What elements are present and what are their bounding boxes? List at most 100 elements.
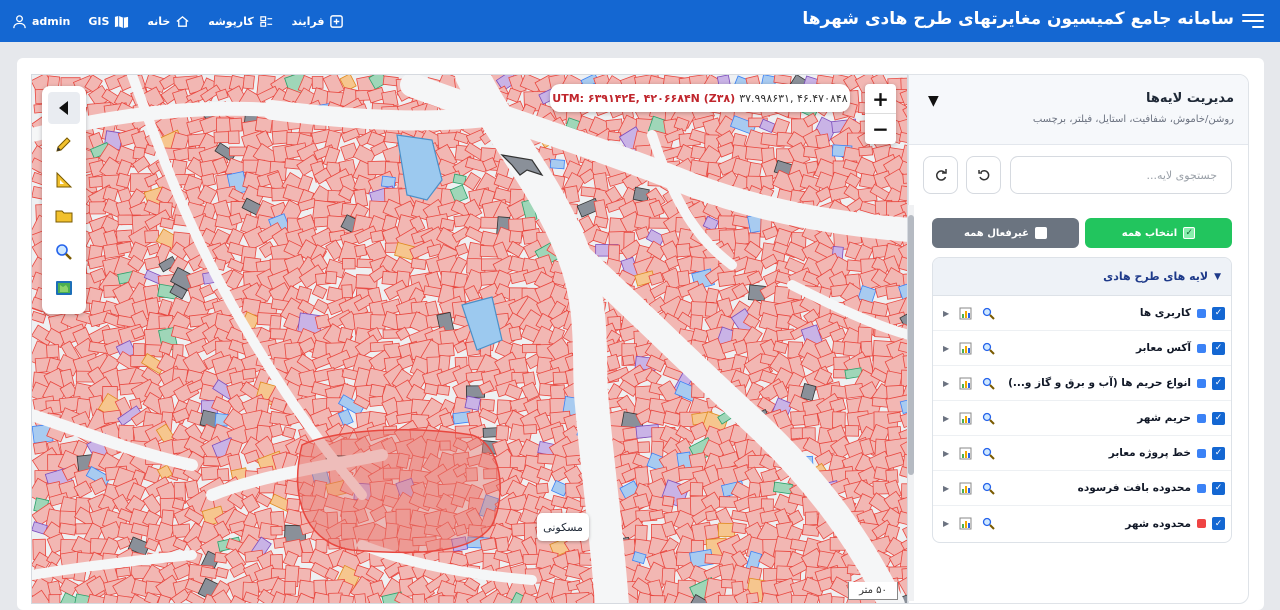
zoom-to-layer-icon[interactable] [982,377,995,390]
layer-color-swatch [1197,378,1206,388]
map-toolbar [42,86,86,314]
layer-tools: ▶ [943,401,995,436]
layer-row[interactable]: ✓ انواع حریم ها (آب و برق و گاز و...) ▶ [933,366,1231,401]
layer-color-swatch [1197,448,1206,458]
layer-name: آکس معابر [1135,342,1191,354]
latlng-coordinates: ۳۷.۹۹۸۶۳۱, ۴۶.۴۷۰۸۴۸ [739,91,848,105]
measure-tool[interactable] [48,164,80,196]
hamburger-menu-icon[interactable] [1242,10,1264,32]
collapse-panel-icon[interactable]: ▼ [928,93,939,109]
layer-checkbox[interactable]: ✓ [1212,306,1225,320]
zoom-to-layer-icon[interactable] [982,447,995,460]
refresh-button[interactable] [923,156,958,194]
ruler-triangle-icon [56,171,73,188]
expand-arrow-icon[interactable]: ▶ [943,519,949,528]
layer-checkbox[interactable]: ✓ [1212,446,1225,460]
layer-row[interactable]: ✓ آکس معابر ▶ [933,331,1231,366]
nav-item-label: کارپوشه [208,14,254,28]
app-title: سامانه جامع کمیسیون مغایرتهای طرح هادی ش… [802,9,1234,29]
layer-row[interactable]: ✓ حریم شهر ▶ [933,401,1231,436]
expand-arrow-icon[interactable]: ▶ [943,484,949,493]
zoom-in-button[interactable]: + [865,84,896,114]
empty-checkbox-icon [1034,227,1047,239]
select-all-label: انتخاب همه [1121,227,1178,239]
top-nav: فرایند کارپوشه خانه GIS admin [12,0,344,42]
layer-row[interactable]: ✓ محدوده شهر ▶ [933,506,1231,541]
expand-arrow-icon[interactable]: ▶ [943,344,949,353]
atlas-tool[interactable] [48,272,80,304]
utm-coordinates: UTM: ۶۳۹۱۴۲E, ۴۲۰۶۶۸۴N (Z۳۸) [552,91,736,105]
layer-checkbox[interactable]: ✓ [1212,376,1225,390]
book-map-icon [56,281,72,295]
panel-title: مدیریت لایه‌ها [1145,91,1234,106]
nav-item-label: GIS [88,14,110,28]
layer-checkbox[interactable]: ✓ [1212,517,1225,530]
layer-search-input[interactable] [1010,156,1232,194]
draw-tool[interactable] [48,128,80,160]
nav-item-label: admin [32,14,71,28]
layer-name: حریم شهر [1137,412,1191,424]
coordinates-readout: UTM: ۶۳۹۱۴۲E, ۴۲۰۶۶۸۴N (Z۳۸) ۳۷.۹۹۸۶۳۱, … [550,84,850,112]
layer-row[interactable]: ✓ محدوده بافت فرسوده ▶ [933,471,1231,506]
deselect-all-button[interactable]: غیرفعال همه [932,218,1079,248]
folder-icon [55,210,73,223]
expand-arrow-icon[interactable]: ▶ [943,309,949,318]
layer-color-swatch [1197,343,1206,353]
layer-tools: ▶ [943,296,995,331]
style-chart-icon[interactable] [959,377,972,390]
pointer-tool[interactable] [48,92,80,124]
style-chart-icon[interactable] [959,517,972,530]
style-chart-icon[interactable] [959,482,972,495]
map-canvas[interactable] [31,74,908,604]
style-chart-icon[interactable] [959,412,972,425]
layer-tools: ▶ [943,436,995,471]
zoom-to-layer-icon[interactable] [982,517,995,530]
user-icon [13,14,26,28]
home-icon [176,15,189,27]
zoom-to-layer-icon[interactable] [982,482,995,495]
zoom-out-button[interactable]: − [865,114,896,144]
undo-icon [977,169,989,181]
panel-scrollbar[interactable] [908,205,914,601]
layer-panel: مدیریت لایه‌ها روشن/خاموش، شفافیت، استای… [908,74,1249,604]
open-tool[interactable] [48,200,80,232]
panel-subtitle: روشن/خاموش، شفافیت، استایل، فیلتر، برچسب [1032,114,1234,125]
layer-color-swatch [1197,308,1206,318]
nav-item-gis[interactable]: GIS [88,14,129,29]
style-chart-icon[interactable] [959,342,972,355]
top-bar: سامانه جامع کمیسیون مغایرتهای طرح هادی ش… [0,0,1280,42]
nav-item-workfolder[interactable]: کارپوشه [208,14,273,29]
select-all-button[interactable]: ✓ انتخاب همه [1085,218,1232,248]
search-tool[interactable] [48,236,80,268]
layer-name: خط پروژه معابر [1108,447,1191,459]
layer-color-swatch [1197,519,1206,528]
expand-arrow-icon[interactable]: ▶ [943,379,949,388]
nav-item-home[interactable]: خانه [147,14,190,29]
parcel-map [32,75,907,603]
layer-color-swatch [1197,483,1206,493]
layer-tools: ▶ [943,366,995,401]
layer-group-title: لایه های طرح هادی [1103,270,1209,283]
deselect-all-label: غیرفعال همه [964,227,1029,239]
layer-checkbox[interactable]: ✓ [1212,411,1225,425]
scrollbar-thumb[interactable] [908,215,914,475]
nav-item-admin[interactable]: admin [12,14,70,29]
zoom-to-layer-icon[interactable] [982,307,995,320]
nav-item-label: خانه [147,14,171,28]
layer-group-header[interactable]: ▼ لایه های طرح هادی [933,258,1231,296]
expand-arrow-icon[interactable]: ▶ [943,449,949,458]
layer-checkbox[interactable]: ✓ [1212,341,1225,355]
layer-checkbox[interactable]: ✓ [1212,481,1225,495]
layer-name: محدوده بافت فرسوده [1077,482,1191,494]
nav-item-process[interactable]: فرایند [292,14,345,29]
style-chart-icon[interactable] [959,447,972,460]
layer-row[interactable]: ✓ خط پروژه معابر ▶ [933,436,1231,471]
zoom-to-layer-icon[interactable] [982,412,995,425]
expand-arrow-icon[interactable]: ▶ [943,414,949,423]
zoom-to-layer-icon[interactable] [982,342,995,355]
layer-tools: ▶ [943,331,995,366]
layer-group: ▼ لایه های طرح هادی ✓ کاربری ها ▶ ✓ آکس معاب… [932,257,1232,543]
layer-row[interactable]: ✓ کاربری ها ▶ [933,296,1231,331]
style-chart-icon[interactable] [959,307,972,320]
reset-button[interactable] [966,156,1001,194]
